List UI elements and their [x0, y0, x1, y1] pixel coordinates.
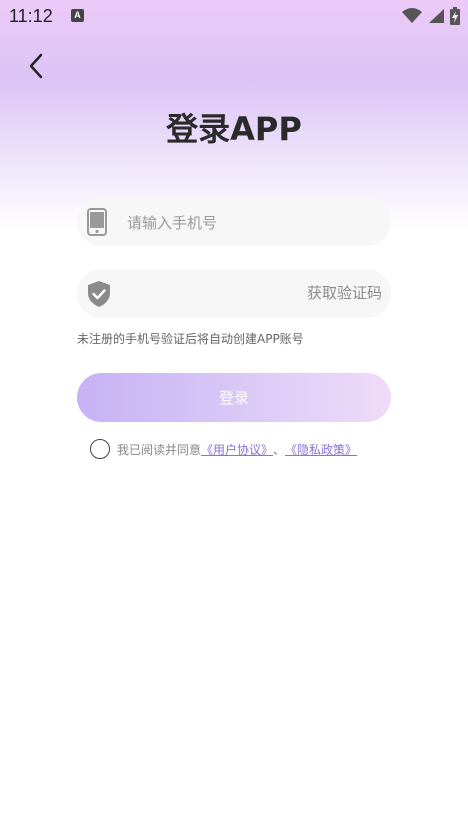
- login-button[interactable]: 登录: [77, 373, 391, 422]
- phone-icon: [86, 208, 108, 240]
- user-agreement-link[interactable]: 《用户协议》: [201, 441, 273, 458]
- wifi-icon: [402, 8, 422, 28]
- agreement-checkbox[interactable]: [90, 439, 110, 459]
- status-bar: 11:12 A: [0, 0, 468, 34]
- signal-icon: [428, 8, 444, 28]
- shield-check-icon: [86, 280, 112, 312]
- registration-hint: 未注册的手机号验证后将自动创建APP账号: [77, 332, 304, 346]
- chevron-left-icon: [22, 53, 52, 86]
- notification-app-icon: A: [71, 9, 84, 22]
- system-icons: [402, 7, 460, 29]
- status-time: 11:12: [9, 6, 53, 26]
- phone-input[interactable]: [125, 197, 329, 248]
- agreement-prefix: 我已阅读并同意: [117, 442, 202, 457]
- phone-field: [77, 197, 391, 248]
- code-field: 获取验证码: [77, 269, 391, 320]
- page-title: 登录APP: [166, 110, 302, 148]
- agreement-row: 我已阅读并同意 《用户协议》 、 《隐私政策》: [90, 437, 357, 461]
- verification-code-input[interactable]: [125, 269, 329, 320]
- back-button[interactable]: [22, 50, 52, 82]
- privacy-policy-link[interactable]: 《隐私政策》: [285, 441, 357, 458]
- battery-charging-icon: [450, 7, 460, 29]
- agreement-separator: 、: [273, 442, 286, 457]
- get-code-button[interactable]: 获取验证码: [307, 269, 382, 318]
